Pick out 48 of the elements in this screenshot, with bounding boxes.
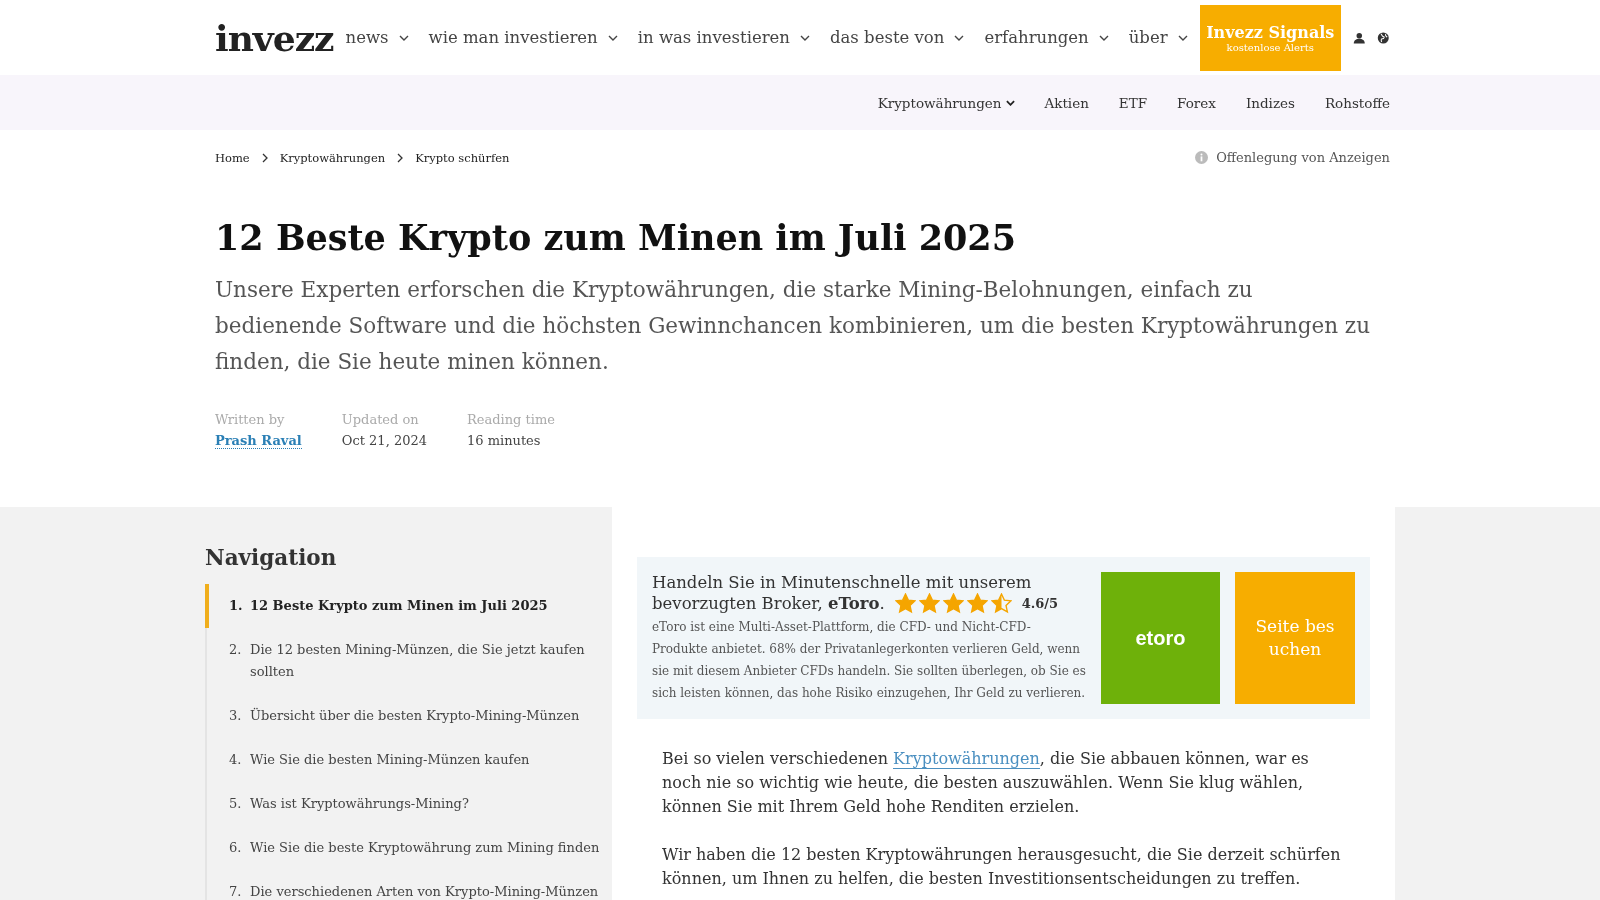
nav-menu-item[interactable]: das beste von	[829, 28, 965, 47]
category-link[interactable]: Rohstoffe	[1324, 94, 1390, 111]
meta-value: 16 minutes	[467, 433, 542, 448]
meta-label: Reading time	[467, 412, 555, 427]
inline-link[interactable]: Kryptowährungen	[893, 749, 1040, 769]
chevron-down-icon	[398, 34, 409, 41]
chevron-down-icon	[1177, 34, 1188, 41]
invezz-logo[interactable]: invezz	[215, 16, 334, 59]
meta-value: Oct 21, 2024	[341, 433, 427, 448]
body-paragraph: Bei so vielen verschiedenen Kryptowährungen, die Sie abbauen können, war es noch nie so wichtig wie heute, die besten auszuwählen. Wenn Sie klug wählen, können Sie mit Ihrem Geld hohe Renditen erzielen.	[662, 748, 1310, 818]
breadcrumb-link[interactable]: Krypto schürfen	[415, 150, 510, 165]
breadcrumb-link[interactable]: Kryptowährungen	[279, 150, 386, 165]
chevron-right-icon	[261, 152, 268, 163]
category-link[interactable]: Kryptowährungen	[877, 94, 1015, 111]
rating-score: 4.6/5	[1021, 596, 1059, 611]
chevron-down-icon	[607, 34, 618, 41]
chevron-down-icon	[1098, 34, 1109, 41]
toc-item[interactable]: 2. Die 12 besten Mining-Münzen, die Sie jetzt kaufen sollten	[205, 628, 612, 694]
toc-item[interactable]: 4. Wie Sie die besten Mining-Münzen kaufen	[205, 738, 612, 782]
chevron-down-icon	[799, 34, 810, 41]
category-link[interactable]: ETF	[1118, 94, 1148, 111]
chevron-down-icon	[954, 34, 965, 41]
toc-item[interactable]: 5. Was ist Kryptowährungs-Mining?	[205, 782, 612, 826]
broker-headline: Handeln Sie in Minutenschnelle mit unserem	[652, 572, 1032, 593]
category-link[interactable]: Aktien	[1044, 94, 1089, 111]
nav-menu-item[interactable]: erfahrungen	[984, 28, 1109, 47]
category-link[interactable]: Indizes	[1245, 94, 1295, 111]
page-title: 12 Beste Krypto zum Minen im Juli 2025	[215, 217, 1018, 258]
body-paragraph: Wir haben die 12 besten Kryptowährungen herausgesucht, die Sie derzeit schürfen können, um Ihnen zu helfen, die besten Investitionsentscheidungen zu treffen.	[662, 844, 1342, 890]
info-icon	[1195, 151, 1209, 164]
broker-headline: bevorzugten Broker, eToro.	[652, 593, 885, 614]
toc-item[interactable]: 3. Übersicht über die besten Krypto-Mining-Münzen	[205, 694, 612, 738]
meta-label: Updated on	[341, 412, 420, 427]
toc-item[interactable]: 7. Die verschiedenen Arten von Krypto-Mining-Münzen	[205, 870, 612, 900]
nav-menu-item[interactable]: news	[345, 28, 409, 47]
toc-item[interactable]: 6. Wie Sie die beste Kryptowährung zum Mining finden	[205, 826, 612, 870]
breadcrumb-link[interactable]: Home	[215, 150, 250, 165]
meta-label: Written by	[215, 412, 286, 427]
risk-disclaimer: eToro ist eine Multi-Asset-Plattform, die CFD- und Nicht-CFD-Produkte anbietet. 68% der Privatanlegerkonten verlieren Geld, wenn sie mit diesem Anbieter CFDs handeln. Sie sollten überlegen, ob Sie es sich leisten können, das hohe Risiko einzugehen, Ihr Geld zu verlieren.	[652, 619, 1086, 702]
chevron-right-icon	[397, 152, 404, 163]
ad-disclosure-link[interactable]: Offenlegung von Anzeigen	[1216, 150, 1390, 165]
category-link[interactable]: Forex	[1177, 94, 1216, 111]
navigation-heading: Navigation	[205, 545, 338, 570]
nav-menu-item[interactable]: wie man investieren	[428, 28, 618, 47]
nav-menu-item[interactable]: in was investieren	[637, 28, 810, 47]
intro-text: Unsere Experten erforschen die Kryptowährungen, die starke Mining-Belohnungen, einfach zu bedienende Software und die höchsten Gewinnchancen kombinieren, um die besten Kryptowährungen zu finden, die Sie heute minen können.	[215, 276, 1372, 376]
author-link[interactable]: Prash Raval	[215, 433, 302, 449]
nav-menu-item[interactable]: über	[1128, 28, 1188, 47]
